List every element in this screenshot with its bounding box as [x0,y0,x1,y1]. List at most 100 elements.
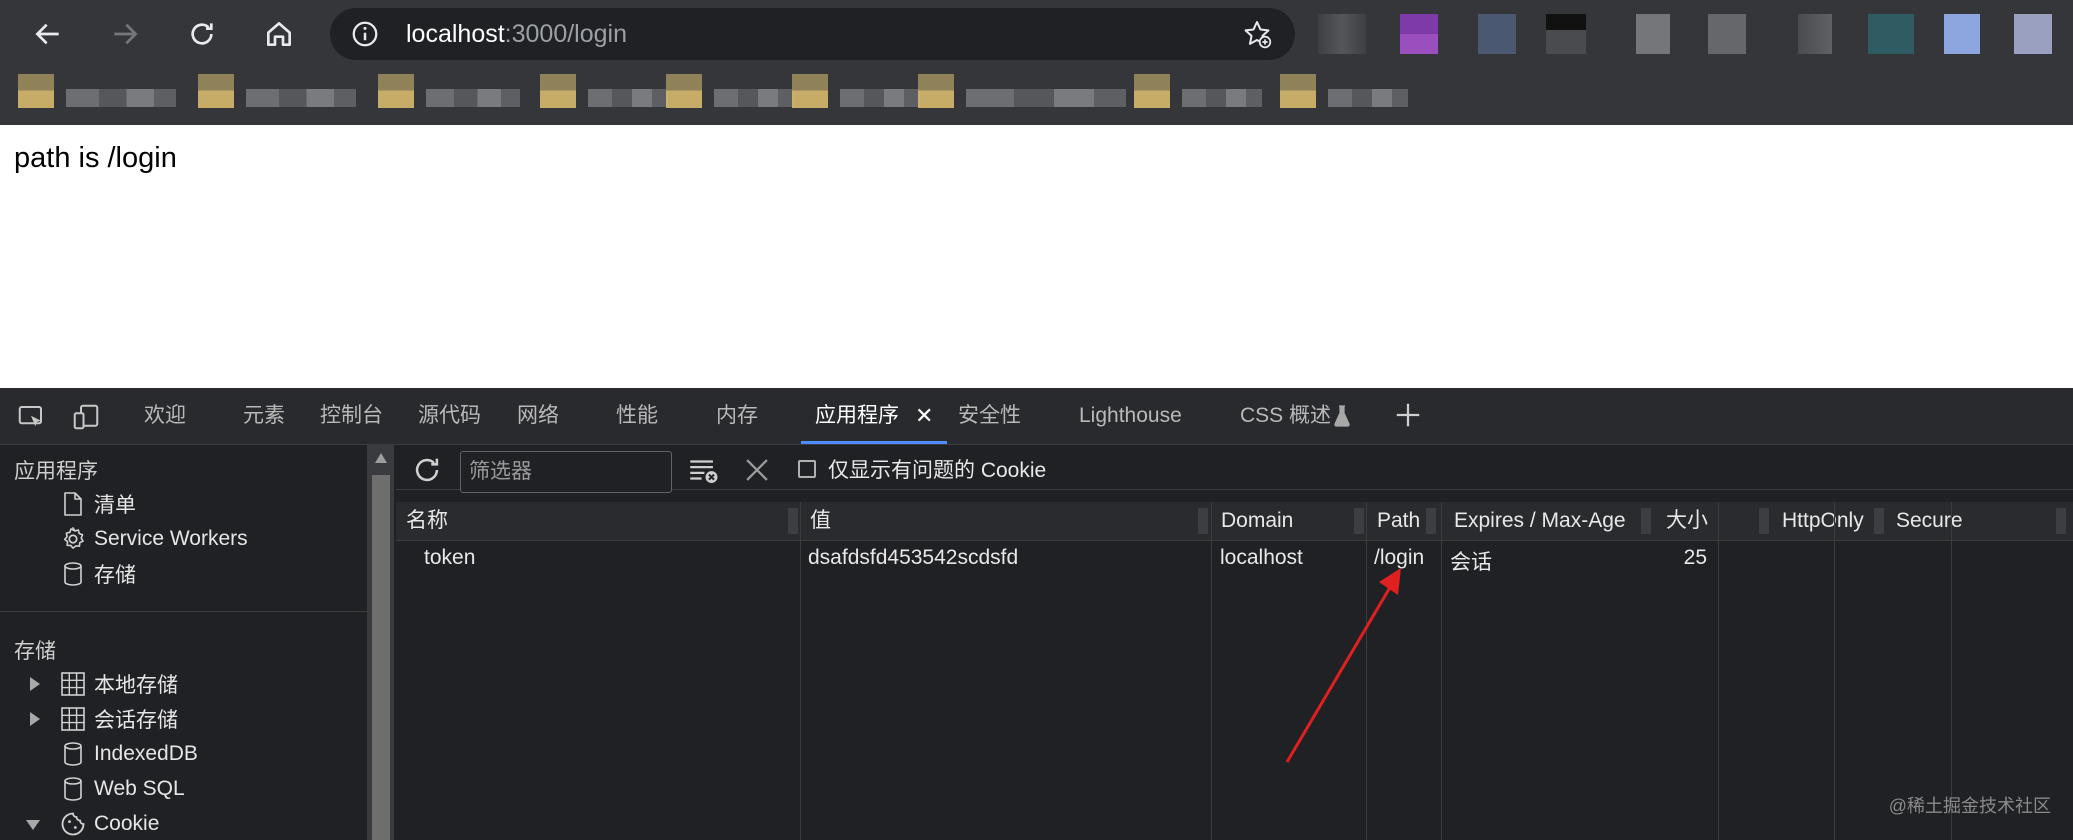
cookies-table: 名称 值 Domain Path Expires / Max-Age 大小 Ht… [396,502,2073,840]
column-header-name[interactable]: 名称 [396,502,800,540]
tab-application[interactable]: 应用程序 [801,388,947,444]
bookmark-favicon [198,74,234,108]
bookmark-item[interactable] [792,74,920,108]
column-resize-handle[interactable] [1874,508,1884,534]
bookmark-item[interactable] [666,74,794,108]
delete-selected-icon[interactable] [740,453,774,487]
bookmark-item[interactable] [540,74,668,108]
more-tools-plus-icon[interactable] [1393,400,1423,430]
cookie-icon [58,809,88,839]
extension-icon[interactable] [1798,14,1832,54]
tab-sources[interactable]: 源代码 [418,388,481,444]
bookmark-item[interactable] [1134,74,1262,108]
extension-icon[interactable] [1944,14,1980,54]
inspect-element-icon[interactable] [15,402,47,432]
tab-memory[interactable]: 内存 [716,388,758,444]
extension-icon[interactable] [1546,14,1586,54]
column-resize-handle[interactable] [1354,508,1364,534]
sidebar-item-label: Service Workers [94,527,248,550]
address-bar[interactable]: localhost:3000/login [330,8,1295,60]
extension-icon[interactable] [1868,14,1914,54]
extension-icon[interactable] [1708,14,1746,54]
extension-icon[interactable] [1400,14,1438,54]
tab-welcome[interactable]: 欢迎 [144,388,186,444]
url-text[interactable]: localhost:3000/login [406,19,627,49]
column-resize-handle[interactable] [788,508,798,534]
cell-size[interactable]: 25 [1676,546,1707,570]
bookmark-item[interactable] [918,74,1126,108]
sidebar-item-cookie[interactable]: Cookie [58,809,159,839]
sidebar-item-label: 会话存储 [94,709,178,732]
profile-avatar[interactable] [2014,14,2052,54]
reload-button[interactable] [182,14,222,54]
column-header-path[interactable]: Path [1367,502,1425,540]
column-divider [1951,502,1952,840]
column-resize-handle[interactable] [1198,508,1208,534]
cell-value[interactable]: dsafdsfd453542scdsfd [808,546,1018,570]
sidebar-item-local-storage[interactable]: 本地存储 [58,669,178,699]
sidebar-item-storage[interactable]: 存储 [58,559,136,589]
column-header-size[interactable]: 大小 [1656,502,1774,540]
sidebar-section-storage: 存储 [14,640,56,663]
column-resize-handle[interactable] [1759,508,1769,534]
sidebar-item-session-storage[interactable]: 会话存储 [58,704,178,734]
bookmark-item[interactable] [378,74,520,108]
home-button[interactable] [259,14,299,54]
device-toggle-icon[interactable] [70,402,102,432]
tab-security[interactable]: 安全性 [958,388,1021,444]
grid-icon [58,704,88,734]
bookmark-item[interactable] [18,74,176,108]
column-header-domain[interactable]: Domain [1211,502,1327,540]
tab-console[interactable]: 控制台 [320,388,383,444]
sidebar-item-manifest[interactable]: 清单 [58,489,136,519]
extension-icon[interactable] [1478,14,1516,54]
extension-icon[interactable] [1636,14,1670,54]
expand-triangle-icon[interactable] [30,677,40,691]
tab-performance[interactable]: 性能 [616,388,658,444]
column-resize-handle[interactable] [1641,508,1651,534]
tab-elements[interactable]: 元素 [243,388,285,444]
forward-button[interactable] [105,14,145,54]
column-divider [800,502,801,840]
sidebar-scrollbar[interactable] [368,445,394,840]
bookmark-label [966,89,1126,107]
column-header-expires[interactable]: Expires / Max-Age [1444,502,1654,540]
column-header-value[interactable]: 值 [800,502,1111,540]
bookmark-label [588,89,668,107]
tab-lighthouse[interactable]: Lighthouse [1079,388,1182,444]
filter-input[interactable] [460,451,672,493]
scrollbar-thumb[interactable] [372,475,390,840]
column-resize-handle[interactable] [1426,508,1436,534]
tab-css-overview[interactable]: CSS 概述 [1240,388,1331,444]
sidebar-item-web-sql[interactable]: Web SQL [58,774,185,804]
column-divider [1834,502,1835,840]
scroll-up-arrow-icon[interactable] [375,453,387,463]
column-resize-handle[interactable] [2056,508,2066,534]
only-issues-checkbox[interactable] [798,460,816,478]
close-tab-icon[interactable]: ✕ [915,402,933,430]
column-header-secure[interactable]: Secure [1886,502,2004,540]
bookmark-favicon [378,74,414,108]
sidebar-item-indexeddb[interactable]: IndexedDB [58,739,198,769]
back-button[interactable] [28,14,68,54]
refresh-icon[interactable] [410,453,444,487]
column-header-httponly[interactable]: HttpOnly [1772,502,1890,540]
bookmark-favicon [1134,74,1170,108]
file-icon [58,489,88,519]
bookmark-label [66,89,176,107]
extension-icon[interactable] [1318,14,1366,54]
expand-triangle-icon[interactable] [30,712,40,726]
reload-icon [191,23,213,45]
bookmark-favicon [1280,74,1316,108]
collapse-triangle-icon[interactable] [26,820,40,830]
info-icon[interactable] [350,19,380,49]
tab-network[interactable]: 网络 [517,388,559,444]
clear-all-icon[interactable] [686,453,720,487]
cell-name[interactable]: token [424,546,475,570]
url-host: localhost [406,20,505,48]
home-icon [267,22,291,46]
bookmark-item[interactable] [198,74,356,108]
add-favorite-icon[interactable] [1241,18,1273,50]
bookmark-item[interactable] [1280,74,1408,108]
sidebar-item-service-workers[interactable]: Service Workers [58,524,248,554]
